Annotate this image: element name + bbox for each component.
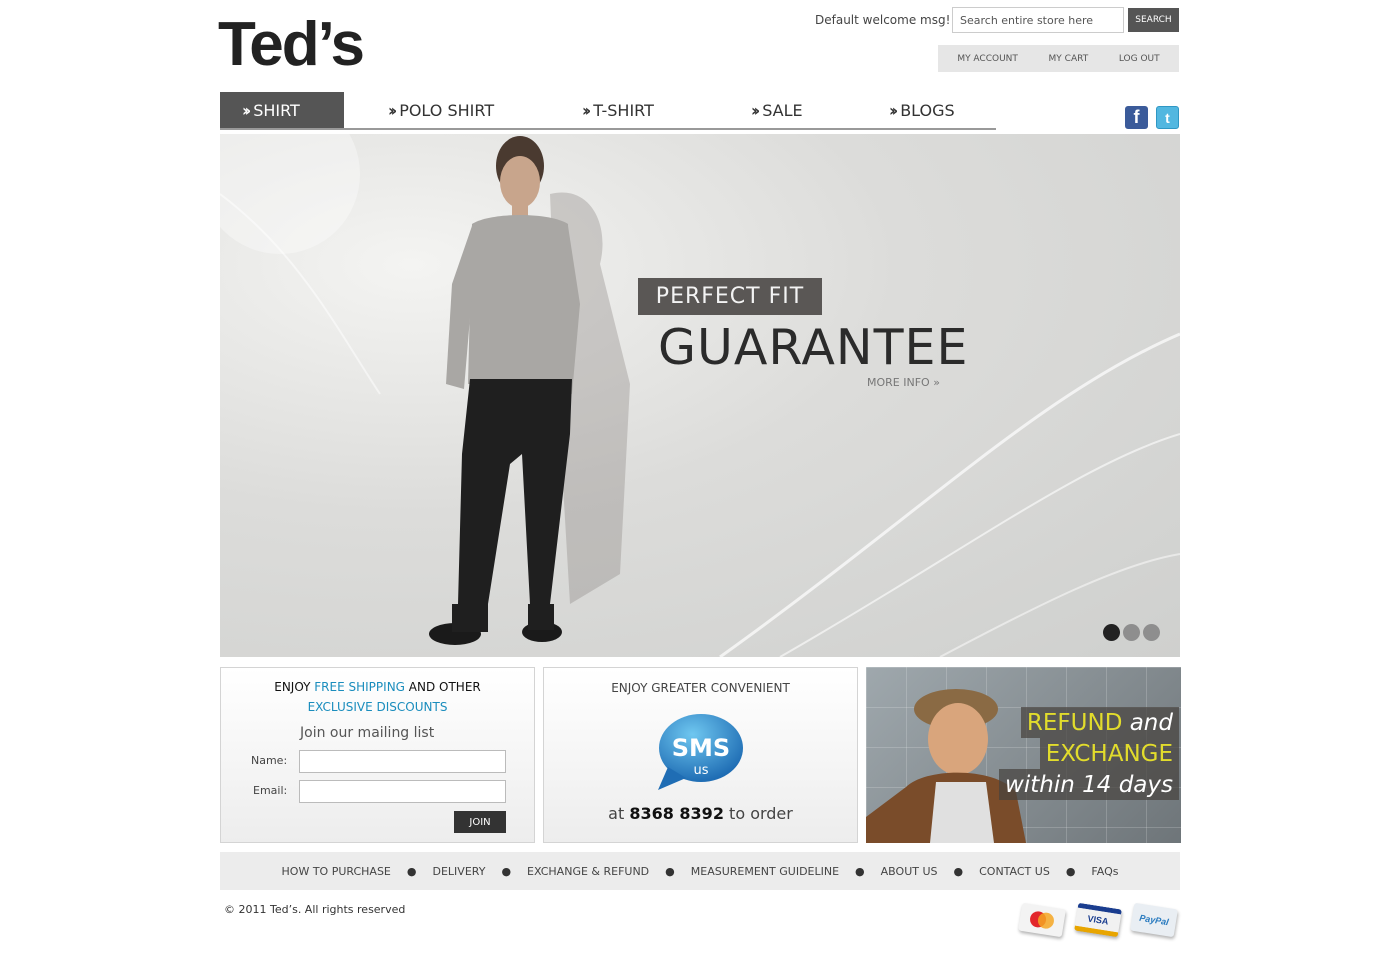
mailing-list-title: Join our mailing list (300, 725, 435, 741)
chevron-right-icon: ›› (582, 100, 591, 120)
more-info-link[interactable]: MORE INFO » (867, 376, 940, 389)
separator-dot: ● (1065, 864, 1076, 878)
footer-link-delivery[interactable]: DELIVERY (433, 865, 486, 878)
refund-text: REFUND (1026, 709, 1123, 736)
nav-label: T-SHIRT (593, 100, 654, 120)
mastercard-icon (1018, 902, 1066, 938)
and-text: and (1122, 709, 1173, 736)
nav-item-shirt[interactable]: ›› SHIRT (220, 92, 344, 128)
nav-item-t-shirt[interactable]: ›› T-SHIRT (582, 92, 654, 128)
account-bar: MY ACCOUNT MY CART LOG OUT (938, 45, 1179, 72)
email-label: Email: (253, 784, 288, 797)
mailing-text: AND OTHER (404, 680, 481, 694)
slider-dots (1103, 624, 1160, 641)
footer-link-exchange-refund[interactable]: EXCHANGE & REFUND (527, 865, 649, 878)
page: Ted’s Default welcome msg! SEARCH MY ACC… (218, 0, 1181, 956)
my-account-link[interactable]: MY ACCOUNT (957, 54, 1018, 64)
sms-badge-subtext: us (693, 763, 708, 778)
phone-prefix: at (608, 804, 630, 823)
search-input[interactable] (952, 7, 1124, 33)
separator-dot: ● (665, 864, 675, 878)
footer-link-measurement-guideline[interactable]: MEASUREMENT GUIDELINE (691, 865, 839, 878)
main-nav: ›› SHIRT ›› POLO SHIRT ›› T-SHIRT ›› SAL… (220, 92, 996, 130)
phone-suffix: to order (723, 804, 793, 823)
refund-line-1: REFUND and (1020, 707, 1179, 738)
log-out-link[interactable]: LOG OUT (1119, 54, 1160, 64)
hero-headline-large: GUARANTEE (658, 319, 969, 376)
welcome-message: Default welcome msg! (815, 13, 951, 27)
slider-dot-2[interactable] (1123, 624, 1140, 641)
sms-title: ENJOY GREATER CONVENIENT (611, 681, 790, 695)
nav-label: SALE (762, 100, 803, 120)
chevron-right-icon: ›› (242, 100, 251, 120)
footer-nav: HOW TO PURCHASE ● DELIVERY ● EXCHANGE & … (220, 852, 1180, 890)
hero-background (220, 134, 1180, 657)
separator-dot: ● (501, 864, 512, 878)
email-field[interactable] (299, 780, 506, 803)
mailing-text: ENJOY (274, 680, 315, 694)
exchange-text: EXCHANGE (1039, 738, 1179, 769)
separator-dot: ● (953, 864, 964, 878)
refund-promo-box[interactable]: REFUND and EXCHANGE within 14 days (866, 667, 1181, 843)
nav-item-polo-shirt[interactable]: ›› POLO SHIRT (388, 92, 494, 128)
name-field[interactable] (299, 750, 506, 773)
name-label: Name: (251, 754, 288, 767)
separator-dot: ● (855, 864, 865, 878)
nav-item-blogs[interactable]: ›› BLOGS (889, 92, 955, 128)
facebook-icon[interactable]: f (1125, 106, 1148, 129)
payment-methods: VISA PayPal (1018, 902, 1178, 938)
visa-icon: VISA (1074, 902, 1122, 938)
join-button[interactable]: JOIN (454, 811, 506, 833)
sms-bubble-icon: SMS us (658, 714, 743, 790)
chevron-right-icon: ›› (388, 100, 397, 120)
exclusive-discounts-text: EXCLUSIVE DISCOUNTS (307, 700, 448, 714)
chevron-right-icon: ›› (751, 100, 760, 120)
free-shipping-text: FREE SHIPPING (314, 680, 405, 694)
separator-dot: ● (406, 864, 417, 878)
copyright: © 2011 Ted’s. All rights reserved (224, 903, 406, 916)
nav-item-sale[interactable]: ›› SALE (751, 92, 803, 128)
search-button[interactable]: SEARCH (1128, 8, 1179, 32)
footer-link-about-us[interactable]: ABOUT US (881, 865, 938, 878)
slider-dot-3[interactable] (1143, 624, 1160, 641)
within-14-days-text: within 14 days (999, 769, 1179, 800)
footer-link-faqs[interactable]: FAQs (1091, 865, 1118, 878)
sms-badge-text: SMS (672, 734, 730, 762)
nav-label: POLO SHIRT (399, 100, 495, 120)
mailing-list-box: ENJOY FREE SHIPPING AND OTHER EXCLUSIVE … (220, 667, 535, 843)
chevron-right-icon: ›› (889, 100, 898, 120)
phone-number: 8368 8392 (629, 804, 724, 823)
slider-dot-1[interactable] (1103, 624, 1120, 641)
footer-link-contact-us[interactable]: CONTACT US (979, 865, 1050, 878)
mailing-headline: ENJOY FREE SHIPPING AND OTHER (221, 680, 534, 694)
nav-label: SHIRT (253, 100, 300, 120)
twitter-icon[interactable]: t (1156, 106, 1179, 129)
my-cart-link[interactable]: MY CART (1049, 54, 1089, 64)
site-logo[interactable]: Ted’s (218, 14, 365, 76)
sms-box: ENJOY GREATER CONVENIENT SMS us at 8368 … (543, 667, 858, 843)
sms-phone-line: at 8368 8392 to order (544, 804, 857, 823)
footer-link-how-to-purchase[interactable]: HOW TO PURCHASE (282, 865, 391, 878)
nav-label: BLOGS (900, 100, 955, 120)
hero-headline-small: PERFECT FIT (638, 278, 822, 315)
paypal-icon: PayPal (1130, 902, 1178, 938)
hero-banner[interactable]: PERFECT FIT GUARANTEE MORE INFO » (220, 134, 1180, 657)
